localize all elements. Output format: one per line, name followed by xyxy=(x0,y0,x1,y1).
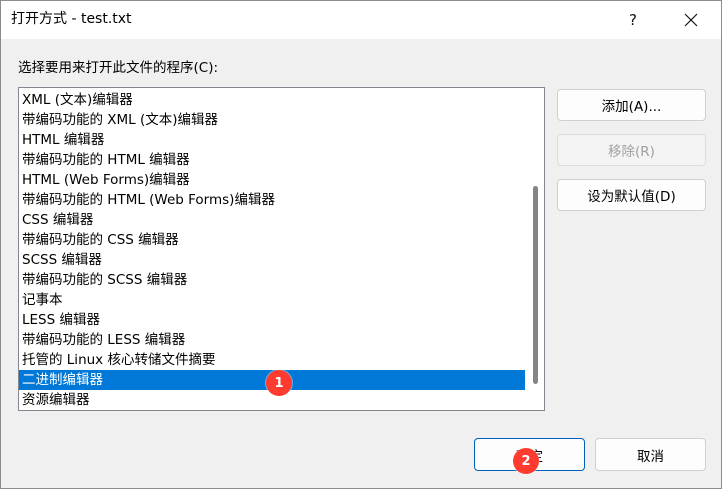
program-list: XML (文本)编辑器 带编码功能的 XML (文本)编辑器 HTML 编辑器 带编码… xyxy=(19,90,525,410)
step-badge-2: 2 xyxy=(513,448,539,474)
program-list-item[interactable]: 记事本 xyxy=(19,290,525,310)
help-icon: ? xyxy=(629,11,637,29)
program-list-item[interactable]: 带编码功能的 LESS 编辑器 xyxy=(19,330,525,350)
close-button[interactable] xyxy=(668,1,714,39)
set-default-button[interactable]: 设为默认值(D) xyxy=(557,179,706,211)
program-list-item[interactable]: HTML (Web Forms)编辑器 xyxy=(19,170,525,190)
program-list-item[interactable]: 托管的 Linux 核心转储文件摘要 xyxy=(19,350,525,370)
scrollbar-thumb[interactable] xyxy=(533,186,538,384)
close-icon xyxy=(684,13,698,27)
program-list-item[interactable]: 带编码功能的 SCSS 编辑器 xyxy=(19,270,525,290)
program-list-item[interactable]: XML (文本)编辑器 xyxy=(19,90,525,110)
program-list-item[interactable]: LESS 编辑器 xyxy=(19,310,525,330)
program-list-item[interactable]: 带编码功能的 HTML 编辑器 xyxy=(19,150,525,170)
program-list-item[interactable]: 带编码功能的 XML (文本)编辑器 xyxy=(19,110,525,130)
program-list-item[interactable]: SCSS 编辑器 xyxy=(19,250,525,270)
open-with-dialog: 打开方式 - test.txt ? 选择要用来打开此文件的程序(C): XML … xyxy=(0,0,722,489)
window-title: 打开方式 - test.txt xyxy=(11,11,132,27)
program-list-item[interactable]: 带编码功能的 CSS 编辑器 xyxy=(19,230,525,250)
program-list-item[interactable]: HTML 编辑器 xyxy=(19,130,525,150)
program-list-label: 选择要用来打开此文件的程序(C): xyxy=(18,60,219,76)
remove-button: 移除(R) xyxy=(557,134,706,166)
cancel-button[interactable]: 取消 xyxy=(595,438,706,471)
add-button[interactable]: 添加(A)... xyxy=(557,89,706,121)
program-list-item[interactable]: 带编码功能的 HTML (Web Forms)编辑器 xyxy=(19,190,525,210)
step-badge-1: 1 xyxy=(266,370,292,396)
title-bar: 打开方式 - test.txt ? xyxy=(1,1,721,39)
program-listbox[interactable]: XML (文本)编辑器 带编码功能的 XML (文本)编辑器 HTML 编辑器 带编码… xyxy=(18,87,545,411)
help-button[interactable]: ? xyxy=(610,1,656,39)
program-list-item[interactable]: CSS 编辑器 xyxy=(19,210,525,230)
vertical-scrollbar[interactable] xyxy=(527,88,544,410)
